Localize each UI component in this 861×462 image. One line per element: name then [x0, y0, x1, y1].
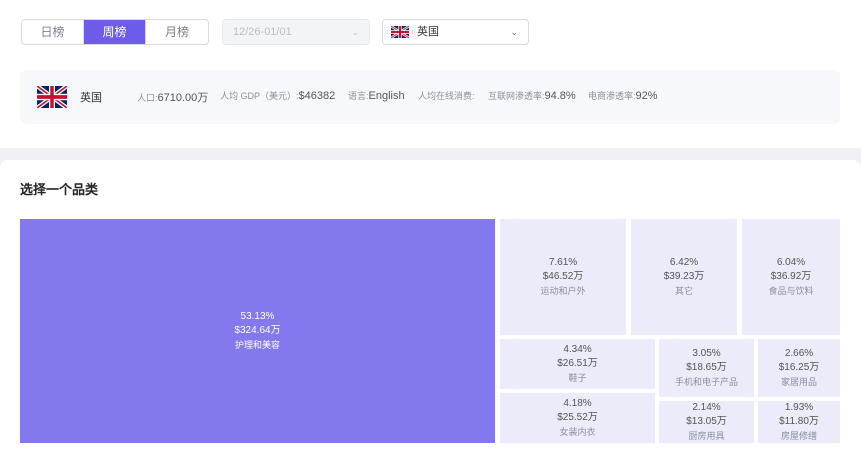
category-amount: $16.25万 [778, 362, 820, 373]
category-pct: 4.18% [563, 398, 592, 409]
tab-monthly[interactable]: 月榜 [146, 20, 208, 44]
internet-stat: 互联网渗透率:94.8% [488, 89, 576, 102]
category-tile[interactable]: 53.13% $324.64万 护理和美容 [20, 219, 495, 443]
country-info-bar: 英国 人口:6710.00万 人均 GDP（美元）:$46382 语言:Engl… [20, 70, 840, 124]
category-name: 家居用品 [780, 377, 817, 387]
category-pct: 7.61% [548, 257, 578, 268]
population-value: 6710.00万 [157, 92, 209, 104]
category-amount: $18.65万 [686, 362, 727, 373]
ecommerce-value: 92% [635, 90, 658, 102]
category-amount: $26.51万 [557, 358, 598, 369]
category-tile[interactable]: 1.93% $11.80万 房屋修缮 [758, 401, 840, 443]
tab-daily[interactable]: 日榜 [22, 20, 84, 44]
category-amount: $46.52万 [542, 271, 584, 282]
category-tile[interactable]: 6.42% $39.23万 其它 [631, 219, 737, 335]
section-title: 选择一个品类 [20, 182, 99, 197]
category-amount: $324.64万 [234, 325, 281, 336]
internet-label: 互联网渗透率: [488, 91, 545, 101]
category-pct: 1.93% [784, 402, 814, 413]
category-pct: 53.13% [240, 311, 275, 322]
gdp-value: $46382 [298, 90, 336, 102]
category-tile[interactable]: 2.14% $13.05万 厨房用具 [659, 401, 754, 443]
category-pct: 6.42% [669, 257, 699, 268]
category-amount: $39.23万 [663, 271, 705, 282]
category-name: 运动和户外 [540, 286, 586, 296]
period-tabs: 日榜 周榜 月榜 [21, 19, 209, 45]
date-range-value: 12/26-01/01 [233, 26, 292, 38]
category-pct: 4.34% [563, 344, 592, 355]
spend-label: 人均在线消费: [418, 91, 475, 101]
category-tile[interactable]: 2.66% $16.25万 家居用品 [758, 339, 840, 397]
category-name: 护理和美容 [234, 340, 280, 350]
spend-stat: 人均在线消费: [418, 89, 475, 102]
date-range-select[interactable]: 12/26-01/01 ⌄ [222, 19, 370, 45]
ecommerce-label: 电商渗透率: [588, 91, 636, 101]
ecommerce-stat: 电商渗透率:92% [588, 89, 658, 102]
country-select-value: 英国 [417, 26, 439, 38]
category-tile[interactable]: 3.05% $18.65万 手机和电子产品 [659, 339, 754, 397]
chevron-down-icon: ⌄ [510, 27, 518, 37]
filter-panel: 日榜 周榜 月榜 12/26-01/01 ⌄ 英国 ⌄ 英国 人口:6710.0… [0, 0, 861, 148]
category-name: 厨房用具 [688, 431, 725, 441]
category-amount: $11.80万 [779, 416, 819, 427]
category-name: 手机和电子产品 [674, 377, 738, 387]
category-panel: 选择一个品类 53.13% $324.64万 护理和美容 7.61% $46.5… [0, 160, 861, 462]
category-name: 女装内衣 [559, 427, 596, 437]
population-label: 人口: [137, 93, 158, 103]
uk-flag-icon [391, 26, 409, 38]
category-name: 鞋子 [568, 373, 587, 383]
chevron-down-icon: ⌄ [351, 27, 359, 37]
category-tile[interactable]: 4.18% $25.52万 女装内衣 [500, 393, 655, 443]
internet-value: 94.8% [544, 90, 576, 102]
uk-flag-icon [37, 86, 67, 108]
category-pct: 6.04% [776, 257, 806, 268]
category-tile[interactable]: 6.04% $36.92万 食品与饮料 [742, 219, 840, 335]
category-name: 其它 [674, 286, 693, 296]
language-label: 语言: [348, 91, 369, 101]
gdp-stat: 人均 GDP（美元）:$46382 [220, 89, 335, 102]
category-pct: 2.14% [692, 402, 721, 413]
category-amount: $25.52万 [557, 412, 598, 423]
country-select[interactable]: 英国 ⌄ [382, 19, 529, 45]
language-value: English [368, 90, 405, 102]
language-stat: 语言:English [348, 89, 405, 102]
category-tile[interactable]: 7.61% $46.52万 运动和户外 [500, 219, 626, 335]
category-pct: 2.66% [784, 348, 814, 359]
gdp-label: 人均 GDP（美元）: [220, 91, 299, 101]
category-amount: $36.92万 [770, 271, 812, 282]
category-name: 房屋修缮 [780, 431, 817, 441]
population-stat: 人口:6710.00万 [137, 89, 208, 105]
category-amount: $13.05万 [686, 416, 727, 427]
country-name: 英国 [80, 92, 102, 104]
tab-weekly[interactable]: 周榜 [84, 20, 146, 44]
category-pct: 3.05% [692, 348, 721, 359]
category-name: 食品与饮料 [768, 286, 814, 296]
category-tile[interactable]: 4.34% $26.51万 鞋子 [500, 339, 655, 389]
